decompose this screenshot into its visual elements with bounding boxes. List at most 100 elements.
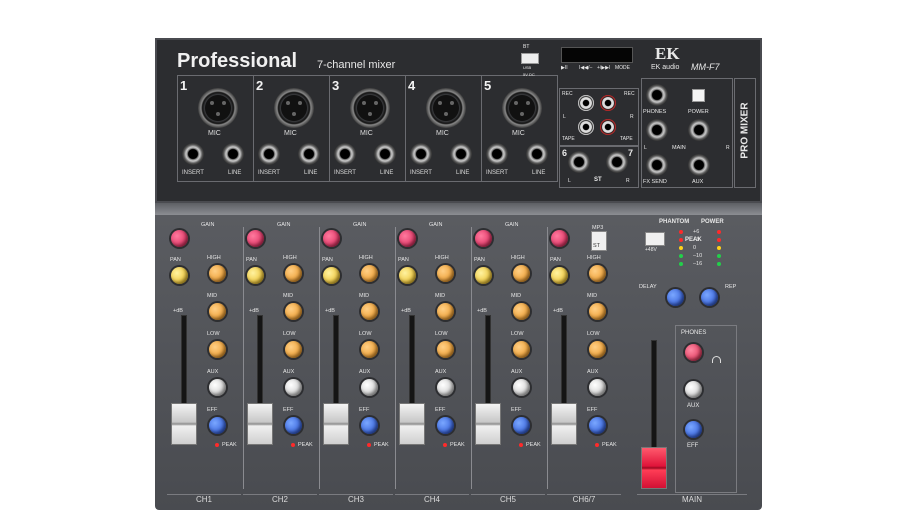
gain-knob[interactable] — [323, 230, 340, 247]
high-eq-knob[interactable] — [209, 265, 226, 282]
pan-knob[interactable] — [247, 267, 264, 284]
channel-fader[interactable] — [323, 403, 349, 445]
main-fader[interactable] — [641, 447, 667, 489]
eff-knob[interactable] — [513, 417, 530, 434]
aux-knob[interactable] — [209, 379, 226, 396]
xlr-mic-jack[interactable] — [426, 88, 466, 128]
phones-knob[interactable] — [685, 344, 702, 361]
xlr-mic-jack[interactable] — [274, 88, 314, 128]
low-eq-knob[interactable] — [589, 341, 606, 358]
db-label: +dB — [249, 308, 259, 314]
eff-knob[interactable] — [285, 417, 302, 434]
mp3-display — [561, 47, 633, 63]
low-label: LOW — [283, 331, 296, 337]
line-jack[interactable] — [450, 143, 472, 165]
fx-send-jack[interactable] — [646, 154, 668, 176]
player-button-3[interactable]: +/▶▶I — [597, 65, 610, 71]
low-eq-knob[interactable] — [209, 341, 226, 358]
pan-knob[interactable] — [475, 267, 492, 284]
insert-jack[interactable] — [410, 143, 432, 165]
power-switch[interactable] — [692, 89, 705, 102]
channel-strip-4: GAIN PAN HIGH MID LOW AUX EFF PEAK +dB C… — [395, 215, 471, 509]
high-label: HIGH — [587, 255, 601, 261]
mid-eq-knob[interactable] — [361, 303, 378, 320]
high-eq-knob[interactable] — [513, 265, 530, 282]
channel-fader[interactable] — [399, 403, 425, 445]
low-eq-knob[interactable] — [437, 341, 454, 358]
aux-knob[interactable] — [513, 379, 530, 396]
aux-knob[interactable] — [589, 379, 606, 396]
insert-jack[interactable] — [334, 143, 356, 165]
gain-knob[interactable] — [551, 230, 568, 247]
channel-fader[interactable] — [171, 403, 197, 445]
main-l-jack[interactable] — [646, 119, 668, 141]
aux-out-jack[interactable] — [688, 154, 710, 176]
mid-label: MID — [207, 293, 218, 299]
gain-knob[interactable] — [247, 230, 264, 247]
high-eq-knob[interactable] — [285, 265, 302, 282]
line-jack[interactable] — [374, 143, 396, 165]
main-r-jack[interactable] — [688, 119, 710, 141]
eff-knob[interactable] — [437, 417, 454, 434]
pan-knob[interactable] — [551, 267, 568, 284]
aux-knob[interactable] — [361, 379, 378, 396]
eff-label: EFF — [587, 407, 598, 413]
low-eq-knob[interactable] — [285, 341, 302, 358]
eff-knob[interactable] — [361, 417, 378, 434]
line-jack[interactable] — [298, 143, 320, 165]
mid-eq-knob[interactable] — [437, 303, 454, 320]
xlr-mic-jack[interactable] — [502, 88, 542, 128]
channel-fader[interactable] — [475, 403, 501, 445]
high-eq-knob[interactable] — [589, 265, 606, 282]
eff-master-knob[interactable] — [685, 421, 702, 438]
st-r-jack[interactable] — [606, 151, 628, 173]
channel-fader[interactable] — [551, 403, 577, 445]
mid-eq-knob[interactable] — [513, 303, 530, 320]
eff-knob[interactable] — [589, 417, 606, 434]
phones-jack[interactable] — [646, 84, 668, 106]
gain-knob[interactable] — [171, 230, 188, 247]
tape-r-jack[interactable] — [600, 119, 616, 135]
xlr-mic-jack[interactable] — [198, 88, 238, 128]
gain-knob[interactable] — [399, 230, 416, 247]
peak-led — [215, 443, 219, 447]
player-button-2[interactable]: I◀◀/– — [579, 65, 592, 71]
phantom-button[interactable] — [645, 232, 665, 246]
delay-knob[interactable] — [667, 289, 684, 306]
aux-label: AUX — [359, 369, 371, 375]
gain-knob[interactable] — [475, 230, 492, 247]
delay-label: DELAY — [639, 284, 657, 290]
aux-knob[interactable] — [437, 379, 454, 396]
high-eq-knob[interactable] — [437, 265, 454, 282]
aux-knob[interactable] — [285, 379, 302, 396]
line-jack[interactable] — [526, 143, 548, 165]
insert-jack[interactable] — [258, 143, 280, 165]
mid-eq-knob[interactable] — [589, 303, 606, 320]
high-eq-knob[interactable] — [361, 265, 378, 282]
channel-fader[interactable] — [247, 403, 273, 445]
mid-eq-knob[interactable] — [209, 303, 226, 320]
insert-jack[interactable] — [486, 143, 508, 165]
rec-r-jack[interactable] — [600, 95, 616, 111]
xlr-mic-jack[interactable] — [350, 88, 390, 128]
line-jack[interactable] — [222, 143, 244, 165]
player-button-1[interactable]: ▶II — [561, 65, 568, 71]
low-eq-knob[interactable] — [513, 341, 530, 358]
rep-knob[interactable] — [701, 289, 718, 306]
st-l-label: L — [568, 178, 571, 184]
low-eq-knob[interactable] — [361, 341, 378, 358]
usb-port[interactable] — [521, 53, 539, 64]
pan-knob[interactable] — [171, 267, 188, 284]
tape-l-jack[interactable] — [578, 119, 594, 135]
pan-knob[interactable] — [399, 267, 416, 284]
player-button-4[interactable]: MODE — [615, 65, 630, 71]
aux-master-knob[interactable] — [685, 381, 702, 398]
pan-knob[interactable] — [323, 267, 340, 284]
eff-knob[interactable] — [209, 417, 226, 434]
rec-l-jack[interactable] — [578, 95, 594, 111]
mid-eq-knob[interactable] — [285, 303, 302, 320]
mic-label: MIC — [208, 130, 221, 137]
insert-jack[interactable] — [182, 143, 204, 165]
line-label: LINE — [456, 170, 470, 176]
st-l-jack[interactable] — [568, 151, 590, 173]
